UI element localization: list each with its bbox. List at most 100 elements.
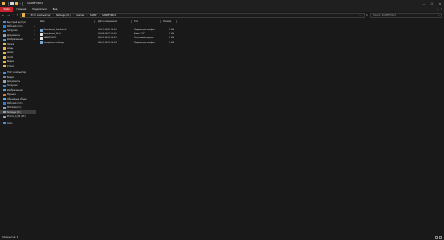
customize-toolbar-icon[interactable]: ▾ <box>20 3 21 5</box>
file-name: SAMPFUNC1 <box>43 37 57 40</box>
toolbar-divider <box>7 1 9 6</box>
column-type[interactable]: Тип <box>134 19 138 24</box>
pin-icon: ✦ <box>33 29 35 32</box>
nav-item-label: mods <box>6 55 13 59</box>
picture-icon <box>2 89 6 92</box>
nav-network[interactable]: › Сеть <box>0 121 36 125</box>
nav-item-label: Notsage (D:) <box>6 110 21 114</box>
nav-folder-stoki[interactable]: Стоки <box>0 64 36 68</box>
pin-icon: ✦ <box>33 34 35 37</box>
search-placeholder: Поиск: SAMPFUNC1 <box>373 13 397 17</box>
text-file-icon <box>40 36 43 41</box>
search-icon[interactable]: ⌕ <box>438 14 439 17</box>
title-bar: ▾ SAMPFUNC1 — ☐ ✕ <box>0 0 444 7</box>
nav-item-label: Windows (C:) <box>6 106 22 110</box>
breadcrumb-drive-d[interactable]: Notsage (D:) <box>56 14 71 17</box>
window-title: SAMPFUNC1 <box>27 2 44 5</box>
chevron-right-icon[interactable]: › <box>73 14 74 17</box>
new-folder-icon[interactable] <box>15 1 19 6</box>
nav-item-label: Музыка <box>6 93 16 97</box>
chevron-right-icon[interactable]: › <box>0 122 2 124</box>
file-name: Roundstart_SF.cf <box>43 33 61 36</box>
item-count: Элементов: 4 <box>2 236 19 239</box>
nav-item-label: Изображения <box>6 38 23 42</box>
nav-item-label: Загрузки <box>6 84 18 88</box>
nav-item-label: Promo_X_P2 (Xf:) <box>6 115 26 119</box>
config-file-icon <box>40 41 43 45</box>
help-icon[interactable]: ? <box>441 8 442 11</box>
breadcrumb-samp[interactable]: SAMP <box>90 14 96 17</box>
picture-icon <box>2 38 6 41</box>
drive-icon <box>2 106 6 110</box>
chevron-right-icon[interactable]: › <box>53 14 54 17</box>
nav-item-label: Рабочий стол <box>6 25 23 29</box>
network-icon <box>2 122 6 125</box>
chevron-right-icon[interactable]: › <box>27 14 28 17</box>
download-icon <box>2 29 6 33</box>
table-row[interactable]: sampfuncs-settings 08.01.2022 20:24 Пара… <box>37 41 177 45</box>
folder-icon <box>2 60 6 63</box>
document-icon <box>2 80 6 83</box>
file-size: 1 КБ <box>169 41 174 44</box>
breadcrumb-games[interactable]: Games <box>76 14 84 17</box>
folder-icon <box>2 51 6 55</box>
file-icon <box>40 32 43 36</box>
file-name-cell: sampfuncs-settings <box>40 41 64 45</box>
nav-item-label: Стоки <box>6 64 14 68</box>
star-icon <box>2 21 6 24</box>
folder-icon <box>2 56 6 59</box>
video-icon <box>2 75 6 79</box>
nav-item-label: Изображения <box>6 88 23 92</box>
folder-icon <box>2 1 6 6</box>
nav-item-label: Лалка <box>6 42 15 46</box>
nav-item-label: Быстрый доступ <box>6 20 26 24</box>
refresh-icon[interactable]: ↻ <box>366 13 368 17</box>
music-icon <box>2 93 6 96</box>
chevron-right-icon[interactable]: › <box>99 14 100 17</box>
nav-item-label: ммом <box>6 51 14 55</box>
nav-item-label: Видео <box>6 60 15 64</box>
column-date-modified[interactable]: Дата изменения <box>98 19 117 24</box>
breadcrumb-this-pc[interactable]: Этот компьютер <box>30 14 50 17</box>
forward-arrow-icon[interactable]: → <box>6 13 11 18</box>
back-arrow-icon[interactable]: ← <box>1 13 6 18</box>
column-size[interactable]: Размер <box>163 19 171 24</box>
pin-icon: ✦ <box>33 25 35 28</box>
nav-item-label: Видео <box>6 75 15 79</box>
nav-item-label: Документы <box>6 33 21 37</box>
properties-icon[interactable] <box>10 1 14 6</box>
sort-up-icon: ˄ <box>51 18 52 21</box>
nav-drive-xf[interactable]: Promo_X_P2 (Xf:) <box>0 115 36 119</box>
status-bar: Элементов: 4 <box>0 235 444 240</box>
file-name: Roundstart_SanFran.lf <box>43 29 67 32</box>
maximize-button[interactable]: ☐ <box>428 0 436 7</box>
nav-item-label: моды <box>6 47 14 51</box>
navigation-bar: ← → ⌄ ↑ › Этот компьютер › Notsage (D:) … <box>0 11 444 19</box>
expand-ribbon-icon[interactable]: ⌄ <box>437 8 439 11</box>
toolbar-divider <box>21 1 23 6</box>
folder-icon <box>2 65 6 68</box>
nav-item-label: Документы <box>6 79 21 83</box>
minimize-button[interactable]: — <box>420 0 428 7</box>
close-button[interactable]: ✕ <box>436 0 444 7</box>
chevron-down-icon[interactable]: ⌄ <box>0 72 2 74</box>
column-header: Имя ˄ Дата изменения Тип Размер <box>37 19 443 24</box>
address-dropdown-icon[interactable]: ⌄ <box>359 14 361 17</box>
breadcrumb-sampfunc1[interactable]: SAMPFUNC1 <box>102 14 116 17</box>
drive-icon <box>2 111 6 114</box>
document-icon <box>2 34 6 37</box>
chevron-down-icon[interactable]: ⌄ <box>0 21 2 23</box>
folder-icon <box>2 47 6 50</box>
desktop-icon <box>2 25 6 28</box>
pin-icon: ✦ <box>33 38 35 41</box>
address-bar[interactable]: › Этот компьютер › Notsage (D:) › Games … <box>20 12 365 18</box>
search-input[interactable]: Поиск: SAMPFUNC1 ⌕ <box>370 12 442 18</box>
computer-icon <box>2 71 6 74</box>
column-name[interactable]: Имя <box>40 19 45 24</box>
large-icons-view-icon[interactable] <box>439 235 442 239</box>
file-list: Имя ˄ Дата изменения Тип Размер Roundsta… <box>37 19 443 235</box>
file-name: sampfuncs-settings <box>43 41 64 44</box>
chevron-right-icon[interactable]: › <box>87 14 88 17</box>
details-view-icon[interactable] <box>435 235 438 239</box>
nav-item-label: Рабочий стол <box>6 101 23 105</box>
